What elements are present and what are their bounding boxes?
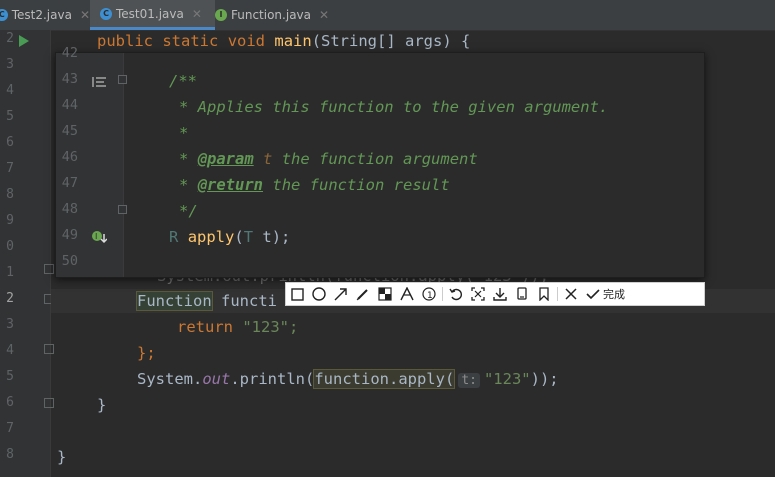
- tab-function[interactable]: I Function.java ✕: [205, 0, 345, 30]
- cancel-icon[interactable]: [560, 283, 582, 305]
- undo-icon[interactable]: [445, 283, 467, 305]
- quick-definition-popup: 42 43 44 45 46 47 48 49 50 I /** * Appli…: [55, 45, 705, 278]
- close-icon[interactable]: ✕: [192, 7, 202, 21]
- class-icon: C: [100, 7, 112, 20]
- line-number: 46: [61, 149, 78, 165]
- line-number: 42: [61, 45, 78, 61]
- line-number: 5: [6, 369, 14, 384]
- doc-toggle-icon[interactable]: [92, 73, 106, 92]
- ellipse-icon[interactable]: [308, 283, 330, 305]
- line-number: 45: [61, 123, 78, 139]
- doc-param-line: * @param t the function argument: [179, 150, 478, 168]
- screenshot-toolbar: 1 完成: [285, 282, 705, 306]
- line-number: 1: [6, 265, 14, 280]
- line-number: 4: [6, 343, 14, 358]
- fold-icon[interactable]: [44, 344, 54, 354]
- doc-open: /**: [169, 72, 197, 90]
- line-number: 7: [6, 161, 14, 176]
- parameter-hint: t:: [458, 373, 480, 388]
- method-signature: R apply(T t);: [169, 228, 291, 246]
- rectangle-icon[interactable]: [286, 283, 308, 305]
- fold-icon[interactable]: [44, 264, 54, 274]
- code-line-main: public static void main(String[] args) {: [97, 32, 471, 50]
- svg-text:1: 1: [427, 291, 433, 301]
- tab-test01[interactable]: C Test01.java ✕: [90, 0, 215, 30]
- toolbar-divider: [442, 287, 443, 301]
- tab-label: Test2.java: [11, 8, 72, 22]
- line-number: 43: [61, 71, 78, 87]
- pin-icon[interactable]: [511, 283, 533, 305]
- code-line-function: Function functi: [136, 291, 277, 311]
- code-line-brace: }: [97, 396, 107, 414]
- doc-close: */: [179, 202, 198, 220]
- arrow-icon[interactable]: [330, 283, 352, 305]
- code-line-close: };: [137, 344, 156, 362]
- fold-icon[interactable]: [118, 75, 127, 84]
- run-icon[interactable]: [18, 33, 30, 52]
- code-line-print: System.out.println(function.apply(t: "123…: [137, 369, 559, 389]
- pen-icon[interactable]: [352, 283, 374, 305]
- line-number: 3: [6, 317, 14, 332]
- line-number: 9: [6, 213, 14, 228]
- done-label: 完成: [603, 288, 625, 301]
- line-number: 0: [6, 239, 14, 254]
- tab-label: Function.java: [231, 8, 311, 22]
- download-icon[interactable]: [489, 283, 511, 305]
- tab-label: Test01.java: [116, 6, 184, 21]
- line-number: 6: [6, 135, 14, 150]
- code-line-brace: }: [57, 448, 67, 466]
- line-number: 6: [6, 395, 14, 410]
- line-number: 8: [6, 187, 14, 202]
- doc-line: * Applies this function to the given arg…: [179, 98, 609, 116]
- implemented-icon[interactable]: I: [91, 229, 108, 248]
- line-number: 48: [61, 201, 78, 217]
- close-icon[interactable]: ✕: [80, 8, 90, 22]
- doc-return-line: * @return the function result: [179, 176, 450, 194]
- line-number: 49: [61, 227, 78, 243]
- line-number: 3: [6, 57, 14, 72]
- fold-icon[interactable]: [44, 398, 54, 408]
- line-number: 47: [61, 175, 78, 191]
- number-icon[interactable]: 1: [418, 283, 440, 305]
- editor-tab-bar: C Test2.java ✕ C Test01.java ✕ I Functio…: [0, 0, 775, 31]
- toolbar-divider: [557, 287, 558, 301]
- doc-line: *: [179, 124, 189, 142]
- line-number: 2: [6, 291, 14, 306]
- line-number: 4: [6, 83, 14, 98]
- done-button[interactable]: 完成: [582, 286, 629, 302]
- bookmark-icon[interactable]: [533, 283, 555, 305]
- mosaic-icon[interactable]: [374, 283, 396, 305]
- crop-icon[interactable]: [467, 283, 489, 305]
- interface-icon: I: [215, 9, 227, 21]
- class-icon: C: [0, 9, 8, 21]
- line-number: 7: [6, 421, 14, 436]
- line-number: 8: [6, 447, 14, 462]
- close-icon[interactable]: ✕: [319, 8, 329, 22]
- line-number: 2: [6, 31, 14, 46]
- line-number: 5: [6, 109, 14, 124]
- svg-text:I: I: [95, 232, 97, 241]
- check-icon: [586, 289, 600, 300]
- fold-icon[interactable]: [118, 205, 127, 214]
- code-line-return: return "123";: [177, 318, 299, 336]
- tab-test2[interactable]: C Test2.java ✕: [0, 0, 90, 30]
- text-icon[interactable]: [396, 283, 418, 305]
- line-number: 44: [61, 97, 78, 113]
- line-number: 50: [61, 253, 78, 269]
